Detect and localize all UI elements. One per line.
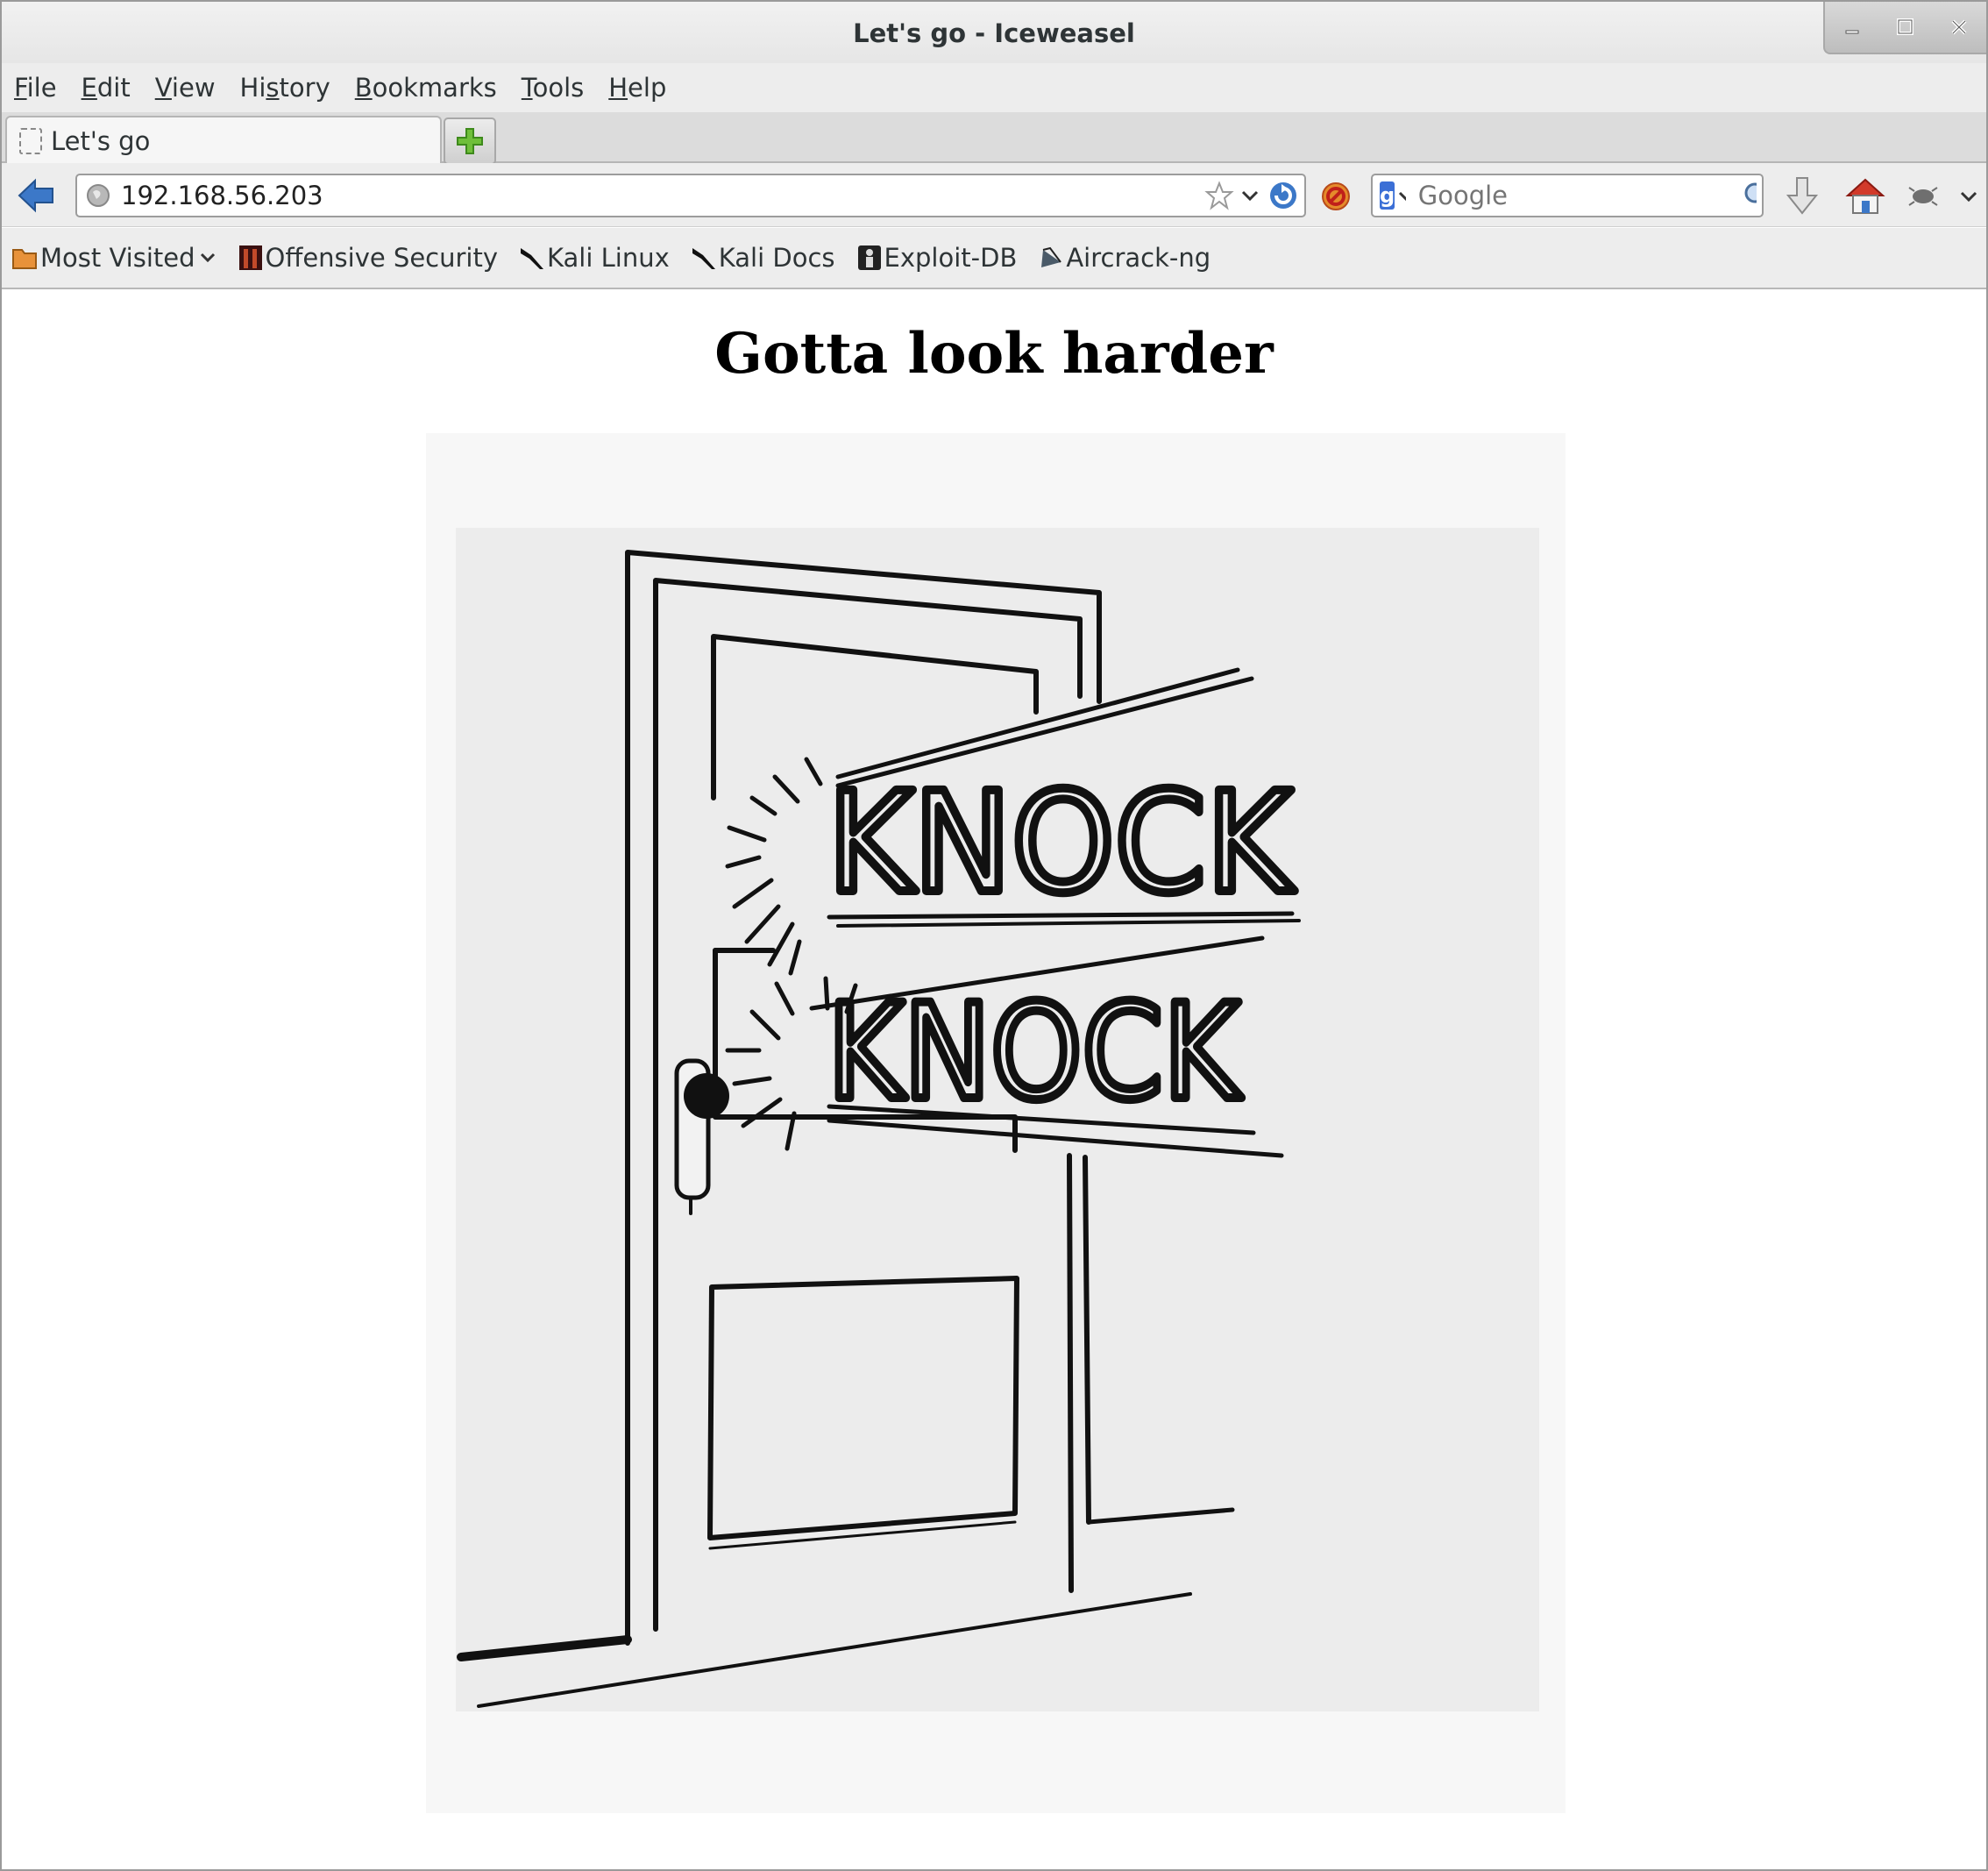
menu-label: iew [171,73,216,103]
window-controls [1823,2,1986,54]
bookmark-label: Offensive Security [265,243,499,273]
knock-word-1: KNOCK [827,763,1295,924]
knock-word-2: KNOCK [827,977,1242,1129]
search-input[interactable] [1416,180,1742,211]
bookmark-star-icon[interactable] [1204,181,1234,210]
door-illustration: KNOCK KNOCK [457,550,1301,1708]
back-button[interactable] [16,175,56,216]
back-arrow-icon [18,178,53,213]
page-favicon-icon [19,128,42,154]
chevron-down-icon [1960,191,1977,203]
kali-dragon-icon [519,245,544,271]
downloads-button[interactable] [1781,175,1823,217]
maximize-button[interactable] [1878,2,1932,53]
offsec-icon [238,245,262,271]
browser-window: Let's go - Iceweasel File Edit View Hist… [0,0,1988,1871]
globe-icon [87,184,110,207]
window-title: Let's go - Iceweasel [853,18,1135,48]
menu-bar: File Edit View History Bookmarks Tools H… [2,63,1986,112]
folder-icon [12,245,37,271]
reload-icon[interactable] [1267,180,1299,211]
tab-lets-go[interactable]: Let's go [5,116,442,165]
menu-accel: V [154,73,172,103]
toolbar-menu-button[interactable] [1948,175,1986,217]
menu-accel: s [266,73,280,103]
menu-history[interactable]: History [228,73,343,103]
bookmarks-toolbar: Most Visited Offensive Security Kali Lin… [2,228,1986,289]
bookmark-label: Aircrack-ng [1066,243,1211,273]
knock-knock-door-image: KNOCK KNOCK [426,433,1566,1813]
menu-file[interactable]: File [2,73,69,103]
page-viewport: Gotta look harder KNOCK KNOCK [2,289,1986,1869]
noscript-button[interactable] [1315,175,1357,217]
new-tab-button[interactable] [444,117,496,165]
menu-accel: H [608,73,628,103]
url-text: 192.168.56.203 [121,181,323,210]
bookmark-label: Most Visited [40,243,195,273]
bookmark-offensive-security[interactable]: Offensive Security [238,243,499,273]
bookmark-label: Kali Linux [547,243,670,273]
bookmark-label: Kali Docs [718,243,835,273]
aircrack-icon [1038,245,1062,271]
kali-dragon-icon [691,245,715,271]
url-bar[interactable]: 192.168.56.203 [75,174,1306,217]
menu-view[interactable]: View [143,73,228,103]
home-icon [1845,178,1885,214]
menu-accel: F [14,73,27,103]
exploit-db-icon [856,245,881,271]
tab-label: Let's go [51,126,151,156]
page-heading: Gotta look harder [714,321,1274,387]
chevron-down-icon [200,253,215,263]
menu-tools[interactable]: Tools [509,73,596,103]
bookmark-kali-docs[interactable]: Kali Docs [691,243,835,273]
menu-help[interactable]: Help [596,73,678,103]
tab-strip: Let's go [2,112,1986,165]
bookmark-most-visited[interactable]: Most Visited [12,243,217,273]
minimize-button[interactable] [1825,2,1878,53]
chevron-down-icon[interactable] [1239,185,1260,206]
close-icon [1951,19,1967,35]
bookmark-label: Exploit-DB [884,243,1018,273]
menu-label: tory [279,73,330,103]
menu-label: ookmarks [372,73,497,103]
menu-accel: T [521,73,533,103]
download-arrow-icon [1786,177,1819,215]
google-engine-icon[interactable]: g [1380,181,1395,210]
close-button[interactable] [1933,2,1986,53]
search-bar[interactable]: g [1371,174,1764,217]
maximize-icon [1896,18,1913,35]
minimize-icon [1845,30,1859,34]
menu-label: ile [26,73,57,103]
extension-button[interactable] [1902,175,1944,217]
title-bar: Let's go - Iceweasel [2,2,1986,63]
menu-label: dit [96,73,131,103]
menu-label: elp [628,73,667,103]
noscript-icon [1322,182,1350,210]
bookmark-aircrack-ng[interactable]: Aircrack-ng [1038,243,1211,273]
home-button[interactable] [1844,175,1886,217]
menu-label: Hi [239,73,266,103]
plus-icon [457,128,483,154]
menu-label: ools [532,73,585,103]
menu-accel: B [354,73,373,103]
menu-edit[interactable]: Edit [69,73,143,103]
search-icon[interactable] [1742,180,1757,211]
chevron-down-icon[interactable] [1396,186,1406,205]
bookmark-kali-linux[interactable]: Kali Linux [519,243,670,273]
menu-accel: E [81,73,97,103]
navigation-toolbar: 192.168.56.203 g [2,163,1986,227]
menu-bookmarks[interactable]: Bookmarks [343,73,509,103]
bookmark-exploit-db[interactable]: Exploit-DB [856,243,1018,273]
bug-icon [1908,187,1938,206]
